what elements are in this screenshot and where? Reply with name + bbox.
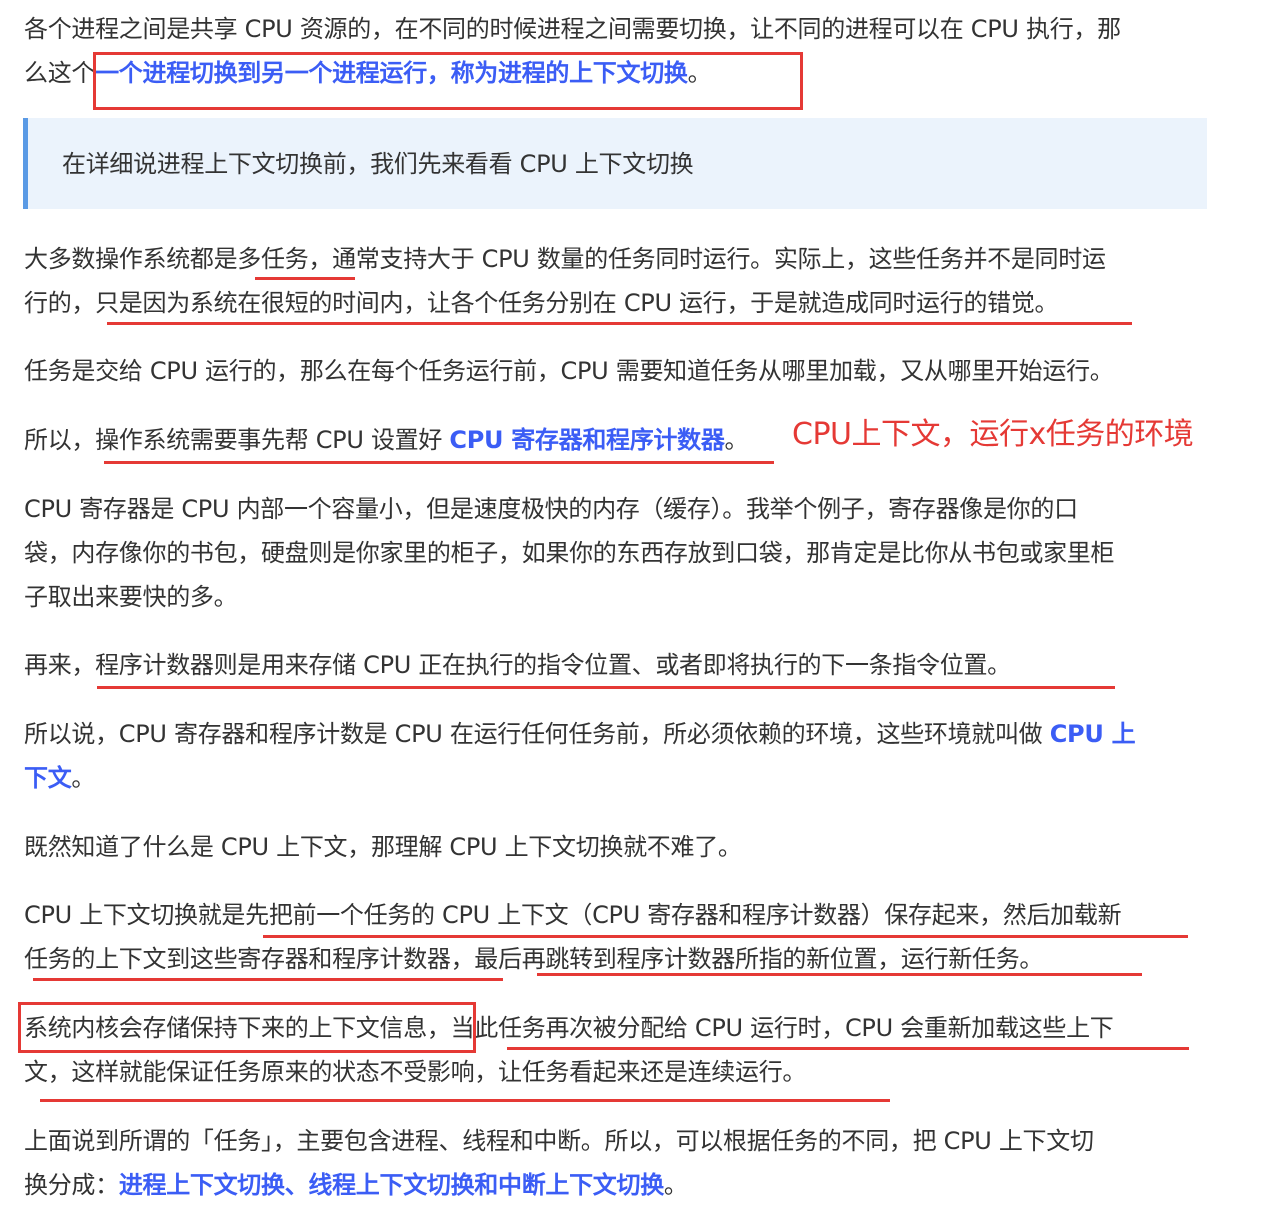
- para-9-line-1: CPU 上下文切换就是先把前一个任务的 CPU 上下文（CPU 寄存器和程序计数…: [24, 901, 1122, 929]
- para-7-line-1: 所以说，CPU 寄存器和程序计数是 CPU 在运行任何任务前，所必须依赖的环境，…: [24, 712, 1136, 756]
- para-4: 所以，操作系统需要事先帮 CPU 设置好 CPU 寄存器和程序计数器。: [24, 418, 749, 462]
- underline-save-context: [263, 935, 1188, 938]
- underline-illusion: [107, 322, 1132, 325]
- para-8: 既然知道了什么是 CPU 上下文，那理解 CPU 上下文切换就不难了。: [24, 833, 742, 861]
- period: 。: [724, 426, 749, 454]
- underline-continuity: [40, 1099, 890, 1102]
- para-7-line-2: 下文。: [24, 756, 95, 800]
- period: 。: [71, 764, 96, 792]
- para-2-line-2: 行的，只是因为系统在很短的时间内，让各个任务分别在 CPU 运行，于是就造成同时…: [24, 289, 1059, 317]
- article-page: 各个进程之间是共享 CPU 资源的，在不同的时候进程之间需要切换，让不同的进程可…: [0, 0, 1269, 1217]
- blockquote: 在详细说进程上下文切换前，我们先来看看 CPU 上下文切换: [23, 118, 1207, 209]
- para-1-text: 么这个: [24, 59, 96, 87]
- handwritten-annotation: CPU上下文，运行x任务的环境: [792, 417, 1194, 452]
- underline-reload: [507, 1047, 1189, 1050]
- para-11-line-2: 换分成：进程上下文切换、线程上下文切换和中断上下文切换。: [24, 1163, 688, 1207]
- highlight-box-kernel: [18, 1002, 476, 1053]
- para-1-line-1: 各个进程之间是共享 CPU 资源的，在不同的时候进程之间需要切换，让不同的进程可…: [24, 15, 1121, 43]
- period: 。: [663, 1171, 688, 1199]
- underline-load-context: [33, 978, 503, 981]
- para-4-text: 所以，操作系统需要事先帮 CPU 设置好: [24, 426, 450, 454]
- para-6: 再来，程序计数器则是用来存储 CPU 正在执行的指令位置、或者即将执行的下一条指…: [24, 651, 1011, 679]
- para-5-line-3: 子取出来要快的多。: [24, 583, 238, 611]
- para-11-text: 换分成：: [24, 1171, 119, 1199]
- switch-types-link[interactable]: 进程上下文切换、线程上下文切换和中断上下文切换: [119, 1171, 664, 1199]
- cpu-context-link[interactable]: CPU 上: [1050, 720, 1136, 748]
- cpu-registers-link[interactable]: CPU 寄存器和程序计数器: [449, 426, 724, 454]
- underline-registers: [104, 461, 774, 464]
- para-3: 任务是交给 CPU 运行的，那么在每个任务运行前，CPU 需要知道任务从哪里加载…: [24, 357, 1114, 385]
- para-2-line-1: 大多数操作系统都是多任务，通常支持大于 CPU 数量的任务同时运行。实际上，这些…: [24, 245, 1106, 273]
- para-11-line-1: 上面说到所谓的「任务」，主要包含进程、线程和中断。所以，可以根据任务的不同，把 …: [24, 1127, 1094, 1155]
- underline-jump: [537, 973, 1142, 976]
- underline-multitask: [255, 277, 355, 280]
- cpu-context-link-cont[interactable]: 下文: [24, 764, 72, 792]
- highlight-box-definition: [93, 52, 803, 110]
- para-10-line-2: 文，这样就能保证任务原来的状态不受影响，让任务看起来还是连续运行。: [24, 1058, 807, 1086]
- para-5-line-2: 袋，内存像你的书包，硬盘则是你家里的柜子，如果你的东西存放到口袋，那肯定是比你从…: [24, 539, 1115, 567]
- para-5-line-1: CPU 寄存器是 CPU 内部一个容量小，但是速度极快的内存（缓存）。我举个例子…: [24, 495, 1078, 523]
- underline-program-counter: [97, 686, 1115, 689]
- blockquote-text: 在详细说进程上下文切换前，我们先来看看 CPU 上下文切换: [62, 150, 694, 178]
- para-7-text: 所以说，CPU 寄存器和程序计数是 CPU 在运行任何任务前，所必须依赖的环境，…: [24, 720, 1050, 748]
